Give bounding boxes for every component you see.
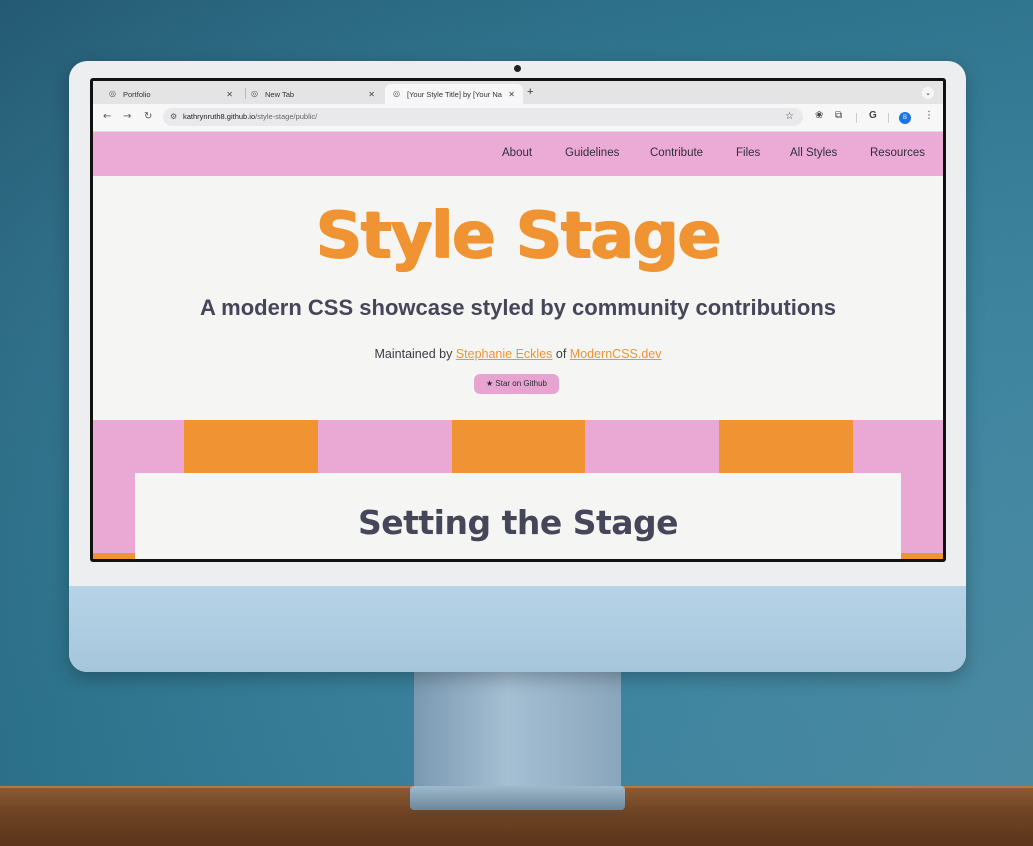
webcam	[514, 65, 521, 72]
decorative-orange-block	[719, 420, 853, 474]
star-on-github-button[interactable]: ★ Star on Github	[474, 374, 559, 394]
browser-menu-icon[interactable]: ⋮	[924, 110, 934, 121]
page-subtitle: A modern CSS showcase styled by communit…	[199, 295, 837, 320]
google-icon[interactable]: G	[869, 110, 877, 121]
monitor-stand	[414, 672, 621, 792]
reload-button[interactable]: ↻	[144, 111, 152, 122]
puzzle-extensions-icon[interactable]: ⧉	[835, 110, 842, 121]
monitor-stand-base	[410, 786, 625, 810]
nav-link-files[interactable]: Files	[736, 147, 760, 159]
page-title: Style Stage	[315, 199, 721, 273]
decorative-orange-strip	[93, 553, 135, 559]
monitor-screen: ◎ Portfolio ✕ ◎ New Tab ✕ ◎ [Your Style …	[90, 78, 946, 562]
site-settings-icon[interactable]: ⚙	[170, 108, 177, 126]
maintainer-line: Maintained by Stephanie Eckles of Modern…	[93, 347, 943, 361]
tab-strip: ◎ Portfolio ✕ ◎ New Tab ✕ ◎ [Your Style …	[93, 81, 943, 104]
new-tab-button[interactable]: +	[527, 86, 533, 98]
tab-label: New Tab	[265, 89, 295, 99]
maintainer-of: of	[552, 347, 570, 361]
back-button[interactable]: ←	[103, 111, 111, 122]
maintainer-prefix: Maintained by	[374, 347, 456, 361]
nav-link-contribute[interactable]: Contribute	[650, 147, 703, 159]
decorative-orange-block	[184, 420, 318, 474]
nav-link-resources[interactable]: Resources	[870, 147, 925, 159]
bookmark-star-icon[interactable]: ☆	[785, 108, 794, 126]
globe-icon: ◎	[393, 89, 400, 98]
decorative-orange-block	[452, 420, 585, 474]
monitor-chin	[69, 586, 966, 672]
url-path: /style-stage/public/	[255, 112, 318, 121]
browser-window: ◎ Portfolio ✕ ◎ New Tab ✕ ◎ [Your Style …	[93, 81, 943, 559]
maintainer-link[interactable]: Stephanie Eckles	[456, 347, 553, 361]
close-icon[interactable]: ✕	[508, 90, 515, 99]
close-icon[interactable]: ✕	[368, 90, 375, 99]
nav-link-all-styles[interactable]: All Styles	[790, 147, 837, 159]
globe-icon: ◎	[109, 89, 116, 98]
forward-button[interactable]: →	[123, 111, 131, 122]
nav-link-guidelines[interactable]: Guidelines	[565, 147, 619, 159]
tab-new-tab[interactable]: ◎ New Tab ✕	[243, 84, 383, 104]
hero-section: Style Stage A modern CSS showcase styled…	[93, 176, 943, 420]
address-bar[interactable]: ⚙ kathrynruth8.github.io/style-stage/pub…	[163, 108, 803, 126]
tab-label: Portfolio	[123, 89, 151, 99]
browser-toolbar: ← → ↻ ⚙ kathrynruth8.github.io/style-sta…	[93, 104, 943, 132]
close-icon[interactable]: ✕	[226, 90, 233, 99]
moderncss-link[interactable]: ModernCSS.dev	[570, 347, 662, 361]
profile-avatar[interactable]: B	[899, 112, 911, 124]
chrome-icon: ◎	[251, 89, 258, 98]
toolbar-separator	[888, 113, 889, 123]
tab-style-stage[interactable]: ◎ [Your Style Title] by [Your Na ✕	[385, 84, 523, 104]
content-card: Setting the Stage	[135, 473, 901, 559]
url-host: kathrynruth8.github.io	[183, 112, 256, 121]
toolbar-separator	[856, 113, 857, 123]
tab-label: [Your Style Title] by [Your Na	[407, 89, 502, 99]
site-navigation: About Guidelines Contribute Files All St…	[93, 132, 943, 176]
tab-search-button[interactable]: ⌄	[922, 87, 934, 99]
extension-icon[interactable]: ❀	[815, 110, 823, 121]
nav-link-about[interactable]: About	[502, 147, 532, 159]
tab-portfolio[interactable]: ◎ Portfolio ✕	[101, 84, 241, 104]
decorative-orange-strip	[901, 553, 943, 559]
section-heading: Setting the Stage	[357, 503, 679, 542]
